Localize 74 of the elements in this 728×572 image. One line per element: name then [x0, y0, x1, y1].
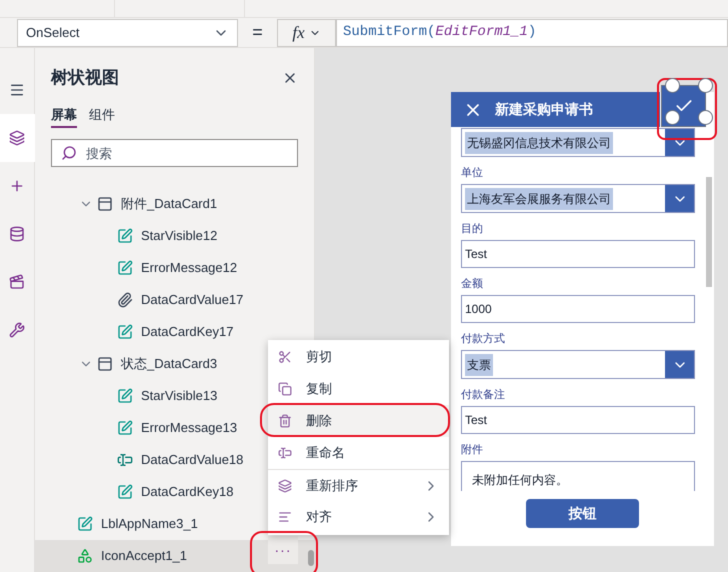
tree-item-label: DataCardValue17 [141, 291, 244, 310]
tree-item[interactable]: DataCardValue17 [35, 284, 314, 316]
field-label: 付款方式 [461, 332, 506, 346]
shapes-icon [77, 548, 93, 564]
panel-tab[interactable]: 组件 [89, 104, 115, 128]
rail-button[interactable] [0, 114, 34, 162]
menu-item[interactable]: 重命名 [268, 437, 449, 469]
panel-tab[interactable]: 屏幕 [51, 104, 77, 128]
tree-item[interactable]: StarVisible12 [35, 220, 314, 252]
edit-icon [117, 260, 133, 276]
text-field[interactable]: Test [461, 406, 695, 434]
field-label: 附件 [461, 443, 484, 457]
tree-item-label: DataCardKey18 [141, 483, 234, 502]
menu-item[interactable]: 复制 [268, 373, 449, 405]
dropdown-field[interactable]: 支票 [461, 350, 695, 379]
menu-item[interactable]: 删除 [268, 405, 449, 437]
layers-icon [9, 130, 25, 146]
card-icon [97, 356, 113, 372]
scrollbar[interactable] [706, 177, 712, 287]
plus-icon [9, 178, 25, 194]
tree-item-label: 状态_DataCard3 [121, 355, 218, 374]
text-field[interactable]: 1000 [461, 295, 695, 323]
text-input-icon [117, 452, 133, 468]
edit-icon [117, 420, 133, 436]
trash-icon [278, 414, 292, 428]
menu-icon [9, 82, 25, 98]
scissors-icon [278, 350, 292, 364]
edit-icon [117, 228, 133, 244]
tree-item-label: StarVisible13 [141, 387, 218, 406]
text-field[interactable]: Test [461, 240, 695, 268]
edit-icon [117, 388, 133, 404]
edit-icon [77, 516, 93, 532]
tree-item-label: IconAccept1_1 [101, 547, 188, 566]
more-button[interactable]: ··· [268, 536, 298, 564]
tree-item-label: DataCardKey17 [141, 323, 234, 342]
tree-item-label: 附件_DataCard1 [121, 195, 218, 214]
align-icon [278, 510, 292, 524]
tree-item-label: DataCardValue18 [141, 451, 244, 470]
menu-item[interactable]: 重新排序 [268, 469, 449, 501]
field-label: 单位 [461, 166, 484, 180]
reorder-icon [278, 478, 292, 492]
edit-icon [117, 324, 133, 340]
tree-item-label: ErrorMessage13 [141, 419, 238, 438]
paperclip-icon [117, 292, 133, 308]
panel-title: 树状视图 [51, 67, 119, 90]
tree-item-label: LblAppName3_1 [101, 515, 198, 534]
dropdown-field[interactable]: 无锡盛冈信息技术有限公司 [461, 128, 695, 157]
dropdown-field[interactable]: 上海友军会展服务有限公司 [461, 184, 695, 213]
rename-icon [278, 446, 292, 460]
submit-button[interactable]: 按钮 [526, 499, 639, 528]
resize-handle[interactable] [698, 78, 713, 93]
highlight-outline [250, 531, 318, 572]
tree-item[interactable]: ErrorMessage12 [35, 252, 314, 284]
menu-item[interactable]: 对齐 [268, 501, 449, 533]
media-icon [9, 274, 25, 290]
equals-sign: = [251, 21, 264, 44]
edit-icon [117, 484, 133, 500]
property-dropdown[interactable]: OnSelect [17, 18, 238, 46]
fx-button[interactable]: fx [277, 18, 336, 46]
field-label: 付款备注 [461, 388, 506, 402]
tools-icon [9, 322, 25, 338]
form-header: 新建采购申请书 [451, 92, 660, 127]
tree-item[interactable]: 附件_DataCard1 [35, 188, 314, 220]
field-label: 金额 [461, 277, 484, 291]
search-icon [61, 145, 77, 161]
copy-icon [278, 382, 292, 396]
formula-field[interactable]: SubmitForm(EditForm1_1) [336, 18, 728, 46]
tree-item-label: ErrorMessage12 [141, 259, 238, 278]
tree-item-label: StarVisible12 [141, 227, 218, 246]
search-field[interactable]: 搜索 [51, 139, 298, 167]
resize-handle[interactable] [698, 110, 713, 125]
card-icon [97, 196, 113, 212]
field-label: 目的 [461, 222, 484, 236]
database-icon [9, 226, 25, 242]
